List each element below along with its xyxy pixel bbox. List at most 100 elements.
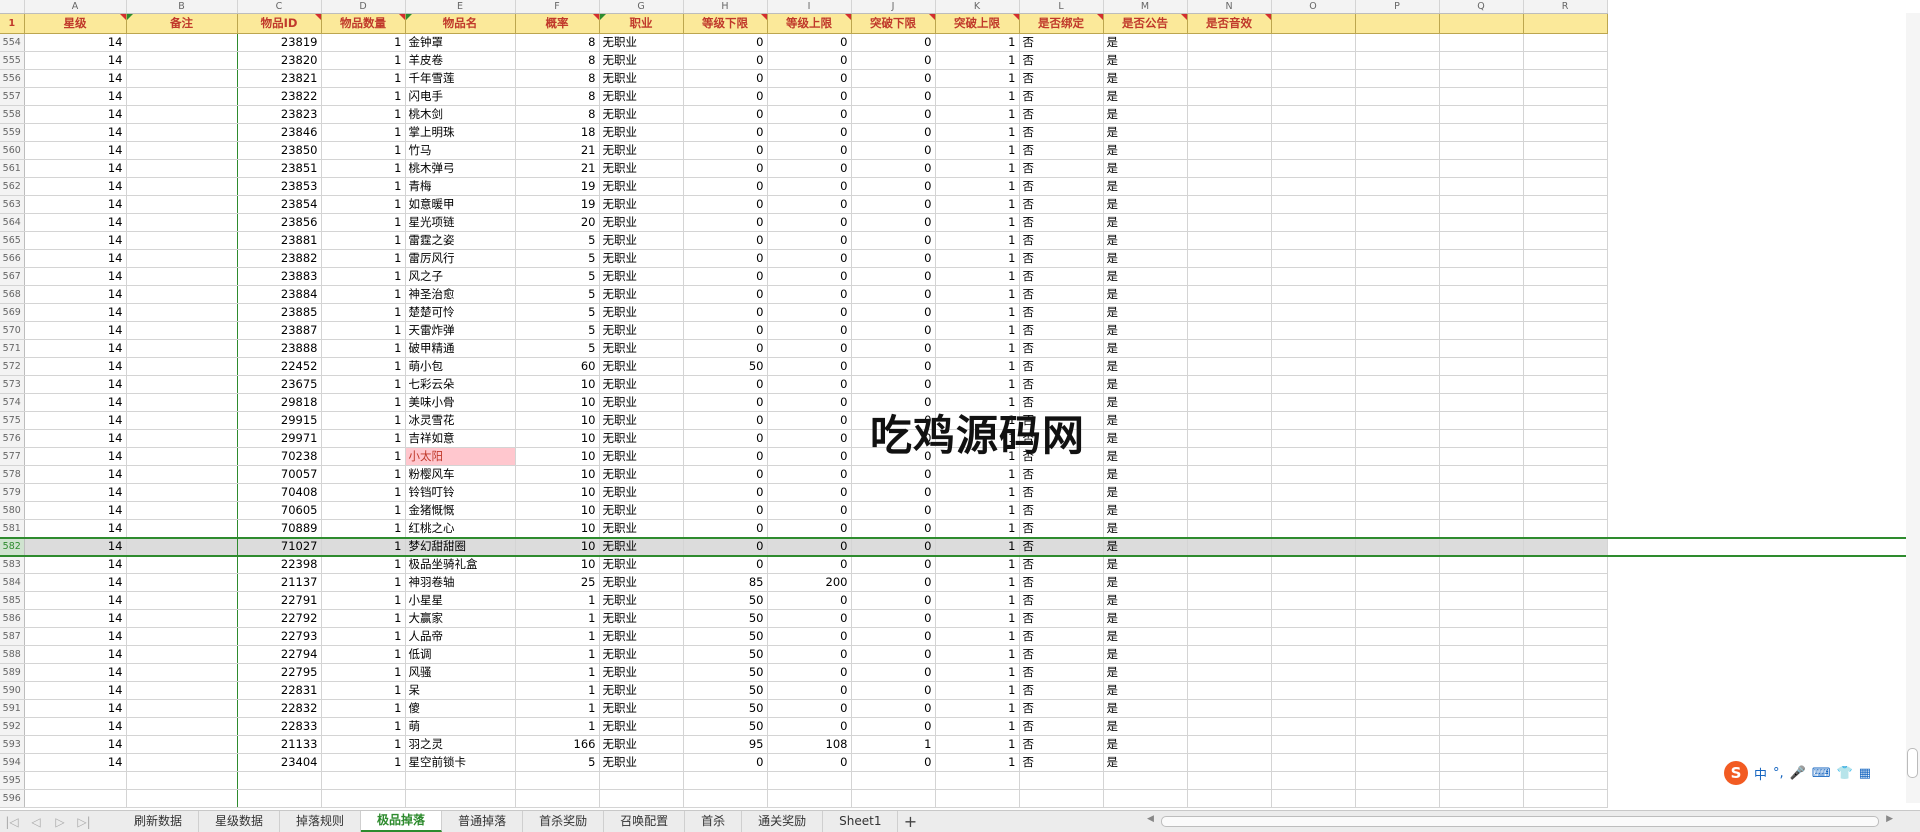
cell-l[interactable]: 否 [1019,339,1104,358]
cell-i[interactable]: 0 [767,501,852,520]
cell-b[interactable] [126,537,238,556]
empty-cell[interactable] [1271,87,1356,106]
cell-l[interactable]: 否 [1019,753,1104,772]
table-row[interactable]: 554 14 23819 1 金钟罩 8 无职业 0 0 0 1 否是 [0,33,1608,52]
row-number[interactable]: 586 [0,609,25,628]
cell-g[interactable]: 无职业 [599,609,684,628]
column-letter-k[interactable]: K [935,0,1020,14]
cell-d[interactable]: 1 [321,33,406,52]
cell-g[interactable]: 无职业 [599,213,684,232]
cell-c[interactable]: 22793 [237,627,322,646]
cell-l[interactable]: 否 [1019,357,1104,376]
cell-d[interactable]: 1 [321,627,406,646]
cell-a[interactable]: 14 [24,681,127,700]
empty-cell[interactable] [1523,735,1608,754]
empty-cell[interactable] [1271,339,1356,358]
column-letter-q[interactable]: Q [1439,0,1524,14]
cell-b[interactable] [126,303,238,322]
cell-b[interactable] [126,195,238,214]
column-letter-a[interactable]: A [24,0,127,14]
empty-cell[interactable] [1523,627,1608,646]
cell-k[interactable]: 1 [935,159,1020,178]
cell-g[interactable]: 无职业 [599,591,684,610]
cell-h[interactable]: 0 [683,501,768,520]
cell-h[interactable]: 0 [683,123,768,142]
cell-k[interactable]: 1 [935,663,1020,682]
row-number[interactable]: 585 [0,591,25,610]
cell-a[interactable]: 14 [24,339,127,358]
empty-cell[interactable] [1355,447,1440,466]
header-cell[interactable]: 是否音效 [1187,13,1272,34]
empty-cell[interactable] [1187,69,1272,88]
table-row[interactable]: 566 14 23882 1 雷厉风行 5 无职业 0 0 0 1 否是 [0,249,1608,268]
cell-a[interactable]: 14 [24,483,127,502]
cell-c[interactable]: 22792 [237,609,322,628]
empty-cell[interactable] [1355,123,1440,142]
cell-m[interactable]: 是 [1103,717,1188,736]
cell-f[interactable]: 5 [515,753,600,772]
cell-k[interactable] [935,771,1020,790]
sheet-tab[interactable]: 首杀奖励 [523,811,605,832]
table-row[interactable]: 574 14 29818 1 美味小骨 10 无职业 0 0 0 1 否是 [0,393,1608,412]
cell-g[interactable]: 无职业 [599,267,684,286]
row-number[interactable]: 555 [0,51,25,70]
empty-cell[interactable] [1355,357,1440,376]
column-letter-o[interactable]: O [1271,0,1356,14]
row-number[interactable]: 588 [0,645,25,664]
ime-punctuation-toggle[interactable]: °, [1773,766,1784,781]
empty-cell[interactable] [1187,555,1272,574]
column-letter-l[interactable]: L [1019,0,1104,14]
empty-cell[interactable] [1439,789,1524,808]
empty-cell[interactable] [1355,105,1440,124]
cell-l[interactable]: 否 [1019,303,1104,322]
cell-e[interactable]: 梦幻甜甜圈 [405,537,516,556]
cell-e[interactable]: 小星星 [405,591,516,610]
cell-g[interactable]: 无职业 [599,51,684,70]
row-number[interactable]: 565 [0,231,25,250]
cell-l[interactable]: 否 [1019,735,1104,754]
empty-cell[interactable] [1187,177,1272,196]
cell-k[interactable] [935,789,1020,808]
cell-d[interactable]: 1 [321,123,406,142]
cell-f[interactable]: 1 [515,627,600,646]
cell-k[interactable]: 1 [935,519,1020,538]
empty-cell[interactable] [1523,393,1608,412]
cell-h[interactable]: 0 [683,213,768,232]
cell-g[interactable] [599,789,684,808]
cell-b[interactable] [126,771,238,790]
cell-h[interactable]: 0 [683,87,768,106]
empty-cell[interactable] [1271,51,1356,70]
cell-j[interactable]: 0 [851,267,936,286]
table-row[interactable]: 562 14 23853 1 青梅 19 无职业 0 0 0 1 否是 [0,177,1608,196]
cell-i[interactable]: 0 [767,537,852,556]
empty-cell[interactable] [1271,213,1356,232]
cell-b[interactable] [126,231,238,250]
cell-i[interactable]: 0 [767,609,852,628]
cell-e[interactable]: 破甲精通 [405,339,516,358]
table-row[interactable]: 556 14 23821 1 千年雪莲 8 无职业 0 0 0 1 否是 [0,69,1608,88]
cell-e[interactable] [405,771,516,790]
cell-f[interactable]: 5 [515,231,600,250]
cell-b[interactable] [126,573,238,592]
horizontal-scroll-thumb[interactable] [1161,816,1879,827]
cell-l[interactable]: 否 [1019,663,1104,682]
cell-e[interactable]: 呆 [405,681,516,700]
cell-f[interactable]: 19 [515,177,600,196]
cell-k[interactable]: 1 [935,591,1020,610]
cell-c[interactable]: 23850 [237,141,322,160]
table-row[interactable]: 572 14 22452 1 萌小包 60 无职业 50 0 0 1 否是 [0,357,1608,376]
cell-c[interactable]: 22833 [237,717,322,736]
empty-cell[interactable] [1439,105,1524,124]
cell-i[interactable]: 0 [767,177,852,196]
cell-i[interactable]: 0 [767,627,852,646]
cell-d[interactable]: 1 [321,537,406,556]
cell-d[interactable]: 1 [321,555,406,574]
cell-d[interactable]: 1 [321,447,406,466]
cell-k[interactable]: 1 [935,69,1020,88]
row-number[interactable]: 589 [0,663,25,682]
empty-cell[interactable] [1187,609,1272,628]
cell-l[interactable]: 否 [1019,627,1104,646]
empty-cell[interactable] [1523,159,1608,178]
header-cell[interactable]: 职业 [599,13,684,34]
cell-i[interactable]: 0 [767,123,852,142]
